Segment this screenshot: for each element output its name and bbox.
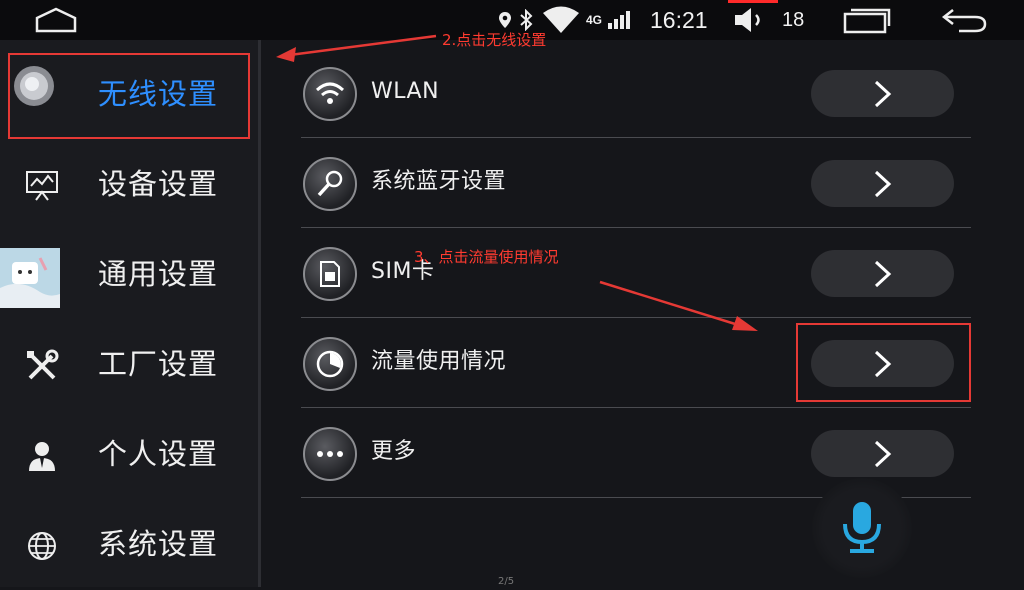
- annotation-arrows: [276, 34, 758, 331]
